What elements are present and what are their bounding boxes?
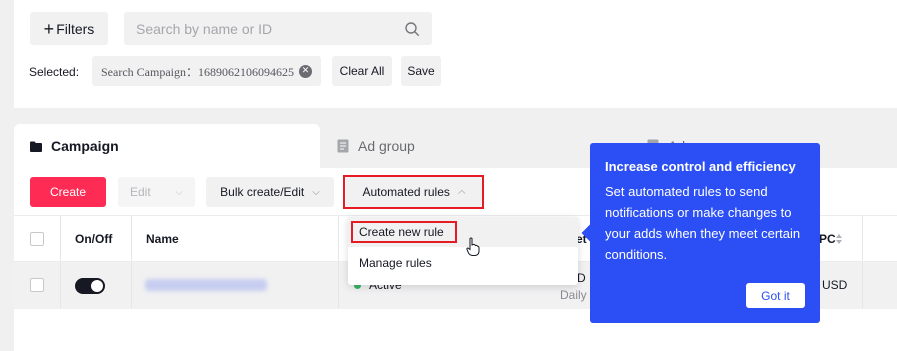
- tooltip-body: Set automated rules to send notification…: [605, 184, 801, 262]
- highlight-create-new-rule: [351, 221, 457, 243]
- cpc-value: USD: [822, 278, 848, 292]
- toggle-knob: [91, 280, 103, 292]
- tab-ad-group-label: Ad group: [358, 138, 415, 154]
- got-it-button[interactable]: Got it: [746, 283, 805, 308]
- select-all-checkbox[interactable]: [30, 232, 44, 246]
- budget-sub: Daily: [560, 288, 587, 302]
- hand-cursor-icon: [466, 237, 480, 256]
- campaign-name-redacted[interactable]: [145, 279, 267, 291]
- header-on-off: On/Off: [75, 232, 113, 246]
- column-divider: [60, 262, 61, 309]
- highlight-automated-rules: [343, 175, 484, 209]
- column-divider: [131, 262, 132, 309]
- bulk-create-edit-button[interactable]: Bulk create/Edit ⌵: [206, 177, 334, 207]
- plus-icon: +: [43, 18, 55, 39]
- filter-panel: + Filters Selected: Search Campaign：1689…: [14, 0, 897, 108]
- filters-button-label: Filters: [56, 20, 95, 37]
- selected-filter-chip: Search Campaign：1689062106094625 ✕: [92, 56, 321, 86]
- header-cpc[interactable]: PC: [819, 232, 836, 246]
- create-button[interactable]: Create: [30, 177, 106, 207]
- chevron-down-icon: ⌵: [175, 186, 183, 198]
- clear-all-button[interactable]: Clear All: [332, 56, 392, 86]
- menu-item-manage-rules[interactable]: Manage rules: [348, 248, 578, 278]
- search-box[interactable]: [124, 12, 432, 45]
- column-divider: [131, 216, 132, 261]
- folder-icon: [30, 141, 42, 152]
- automated-rules-tooltip: Increase control and efficiency Set auto…: [581, 143, 820, 323]
- sort-icon[interactable]: [835, 233, 843, 245]
- column-divider: [862, 216, 863, 261]
- edit-button-label: Edit: [130, 185, 151, 199]
- selected-label: Selected:: [29, 65, 80, 79]
- edit-button[interactable]: Edit ⌵: [118, 177, 195, 207]
- row-checkbox[interactable]: [30, 278, 44, 292]
- tab-campaign[interactable]: Campaign: [14, 124, 320, 168]
- tab-campaign-label: Campaign: [51, 138, 119, 154]
- chevron-down-icon: ⌵: [312, 186, 320, 198]
- remove-chip-icon[interactable]: ✕: [299, 64, 312, 78]
- column-divider: [338, 262, 339, 309]
- search-input[interactable]: [136, 20, 404, 37]
- save-button[interactable]: Save: [401, 56, 441, 86]
- column-divider: [862, 262, 863, 309]
- filters-button[interactable]: + Filters: [30, 12, 108, 45]
- chip-text: Search Campaign：1689062106094625: [101, 64, 294, 79]
- tooltip-title: Increase control and efficiency: [605, 159, 796, 174]
- bulk-button-label: Bulk create/Edit: [220, 185, 305, 199]
- column-divider: [60, 216, 61, 261]
- tab-ad-group[interactable]: Ad group: [337, 124, 415, 168]
- column-divider: [338, 216, 339, 261]
- budget-value: D: [577, 271, 586, 285]
- header-name[interactable]: Name: [146, 232, 179, 246]
- document-icon: [337, 139, 349, 153]
- on-off-toggle[interactable]: [75, 278, 105, 294]
- search-icon[interactable]: [404, 21, 420, 37]
